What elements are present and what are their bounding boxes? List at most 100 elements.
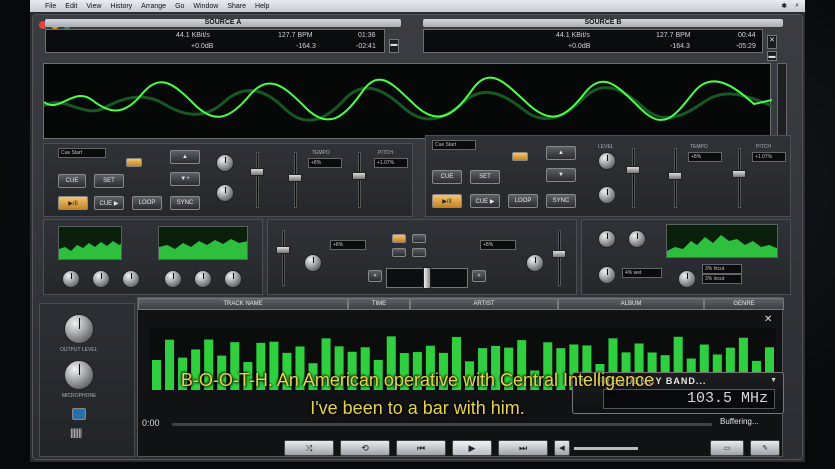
mixer-a-knob[interactable] — [304, 254, 322, 272]
deck-a-pitch-fader-cap[interactable] — [352, 172, 366, 180]
deck-a-eq-display-2 — [158, 226, 248, 260]
mixer-channel-b-fader-cap[interactable] — [552, 250, 566, 258]
fx-knob-1[interactable] — [598, 230, 616, 248]
deck-a-cue-button[interactable]: CUE — [58, 174, 86, 188]
deck-a-play-pause-button[interactable]: ▶/II — [58, 196, 88, 210]
deck-a-level-fader-cap[interactable] — [250, 168, 264, 176]
deck-a-tempo-value: +8% — [308, 158, 342, 168]
deck-a-set-button[interactable]: SET — [94, 174, 124, 188]
deck-a-gain-knob[interactable] — [216, 154, 234, 172]
source-b-close-button[interactable]: ✕ — [767, 35, 777, 49]
deck-b-cue-play-button[interactable]: CUE ▶ — [470, 194, 500, 208]
deck-a-pitch-fader[interactable] — [358, 152, 361, 208]
menu-arrange[interactable]: Arrange — [141, 3, 166, 10]
column-time[interactable]: TIME — [348, 298, 410, 310]
crossfader-right-arrow-icon[interactable]: » — [472, 270, 486, 282]
source-a-menu-button[interactable]: ▬ — [389, 39, 399, 53]
playback-progress-bar[interactable] — [172, 423, 712, 426]
view-toggle-button[interactable]: ▭ — [710, 440, 744, 456]
waveform-scrollbar[interactable] — [777, 63, 787, 139]
deck-b-pitch-up-button[interactable]: ▲ — [546, 146, 576, 160]
deck-b-pitch-down-button[interactable]: ▼ — [546, 168, 576, 182]
shuffle-button[interactable]: ⤨ — [284, 440, 334, 456]
deck-a-eq-mid-knob[interactable] — [92, 270, 110, 288]
deck-a-panel: Cue Start CUE SET ▶/II CUE ▶ LOOP SYNC ▲… — [43, 143, 413, 217]
deck-b-level-fader[interactable] — [632, 148, 635, 208]
menu-share[interactable]: Share — [227, 3, 246, 10]
fx-knob-2[interactable] — [628, 230, 646, 248]
output-level-knob[interactable] — [64, 314, 94, 344]
deck-a-trim-knob[interactable] — [216, 184, 234, 202]
deck-b-level-fader-cap[interactable] — [626, 166, 640, 174]
deck-a-filter-knob-2[interactable] — [194, 270, 212, 288]
repeat-button[interactable]: ⟲ — [340, 440, 390, 456]
deck-b-eq-fader-cap[interactable] — [668, 172, 682, 180]
column-track-name[interactable]: TRACK NAME — [138, 298, 348, 310]
source-a-bpm: 127.7 BPM — [278, 32, 313, 39]
menu-edit[interactable]: Edit — [65, 3, 77, 10]
deck-a-filter-knob-1[interactable] — [164, 270, 182, 288]
mixer-b-knob[interactable] — [526, 254, 544, 272]
deck-a-pitch-down-button[interactable]: ▼+ — [170, 172, 200, 186]
deck-b-pitch-value: +1.07% — [752, 152, 786, 162]
deck-b-set-button[interactable]: SET — [470, 170, 500, 184]
fx-knob-3[interactable] — [598, 266, 616, 284]
edit-button[interactable]: ✎ — [750, 440, 780, 456]
next-button[interactable]: ⏭ — [498, 440, 548, 456]
deck-a-loop-button[interactable]: LOOP — [132, 196, 162, 210]
source-b-time-remaining: -05:29 — [736, 43, 756, 50]
deck-a-sync-button[interactable]: SYNC — [170, 196, 200, 210]
browser-close-icon[interactable]: ✕ — [764, 314, 772, 325]
deck-b-loop-button[interactable]: LOOP — [508, 194, 538, 208]
deck-a-pitch-up-button[interactable]: ▲ — [170, 150, 200, 164]
waveform-display[interactable] — [43, 63, 773, 139]
column-album[interactable]: ALBUM — [558, 298, 704, 310]
bluetooth-icon[interactable]: ✱ — [781, 2, 787, 10]
mixer-channel-b-fader[interactable] — [558, 230, 561, 286]
deck-a-eq-low-knob[interactable] — [62, 270, 80, 288]
previous-button[interactable]: ⏮ — [396, 440, 446, 456]
source-b-time-elapsed: 00:44 — [738, 32, 756, 39]
deck-b-cue-button[interactable]: CUE — [432, 170, 462, 184]
deck-b-cue-start[interactable]: Cue Start — [432, 140, 476, 150]
menu-view[interactable]: View — [86, 3, 101, 10]
column-artist[interactable]: ARTIST — [410, 298, 558, 310]
deck-a-eq-high-knob[interactable] — [122, 270, 140, 288]
mixer-fx-b-button[interactable] — [412, 248, 426, 257]
deck-b-hotcue-1[interactable] — [512, 152, 528, 161]
deck-b-pitch-fader[interactable] — [738, 148, 741, 208]
mixer-fx-a-button[interactable] — [392, 248, 406, 257]
crossfader-cap[interactable] — [423, 267, 431, 289]
volume-icon[interactable]: ◀ — [554, 440, 570, 456]
deck-b-trim-knob[interactable] — [598, 186, 616, 204]
deck-b-gain-knob[interactable] — [598, 152, 616, 170]
deck-b-pitch-fader-cap[interactable] — [732, 170, 746, 178]
deck-a-hotcue-1[interactable] — [126, 158, 142, 167]
deck-a-cue-start[interactable]: Cue Start — [58, 148, 106, 158]
deck-a-cue-play-button[interactable]: CUE ▶ — [94, 196, 124, 210]
source-b-info: 44.1 KBit/s 127.7 BPM 00:44 +0.0dB -164.… — [423, 29, 763, 53]
deck-a-level-fader[interactable] — [256, 152, 259, 208]
level-meter-icon: ||||||| — [70, 428, 82, 439]
deck-b-sync-button[interactable]: SYNC — [546, 194, 576, 208]
crossfader-left-arrow-icon[interactable]: « — [368, 270, 382, 282]
menu-go[interactable]: Go — [175, 3, 184, 10]
menu-help[interactable]: Help — [255, 3, 269, 10]
crossfader[interactable] — [386, 267, 468, 289]
menu-file[interactable]: File — [45, 3, 56, 10]
volume-slider[interactable] — [574, 447, 638, 450]
mixer-channel-a-fader-cap[interactable] — [276, 246, 290, 254]
mixer-cue-a-button[interactable] — [392, 234, 406, 243]
fx-knob-4[interactable] — [678, 270, 696, 288]
mixer-channel-a-fader[interactable] — [282, 230, 285, 286]
column-genre[interactable]: GENRE — [704, 298, 784, 310]
play-button[interactable]: ▶ — [452, 440, 492, 456]
menu-history[interactable]: History — [110, 3, 132, 10]
deck-a-filter-knob-3[interactable] — [224, 270, 242, 288]
mixer-cue-b-button[interactable] — [412, 234, 426, 243]
spotlight-icon[interactable]: ⌕ — [795, 2, 799, 10]
source-b-menu-button[interactable]: ▬ — [767, 51, 777, 61]
deck-b-play-pause-button[interactable]: ▶/II — [432, 194, 462, 208]
menu-window[interactable]: Window — [193, 3, 218, 10]
deck-a-eq-fader-cap[interactable] — [288, 174, 302, 182]
